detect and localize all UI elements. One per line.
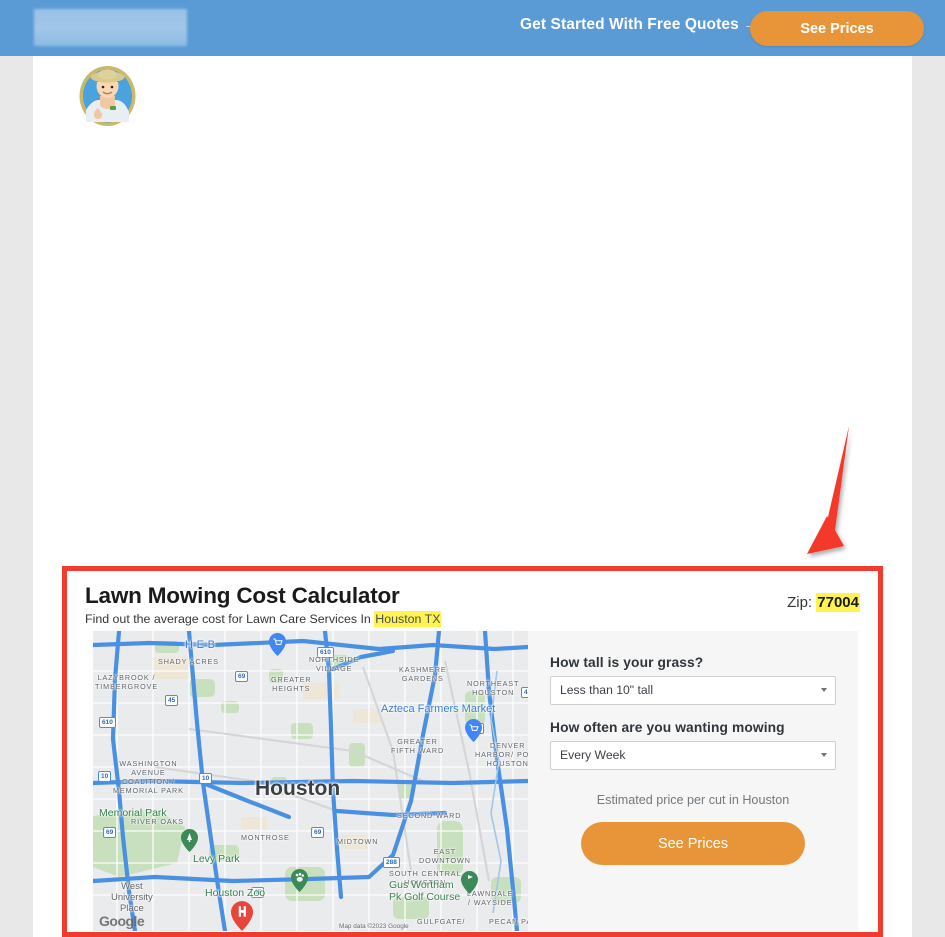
grass-height-value: Less than 10" tall (560, 683, 654, 697)
mowing-frequency-label: How often are you wanting mowing (550, 720, 785, 735)
calculator-see-prices-button[interactable]: See Prices (581, 822, 805, 865)
calculator-form: How tall is your grass? Less than 10" ta… (528, 631, 858, 931)
chevron-down-icon (821, 753, 827, 757)
mowing-frequency-select[interactable]: Every Week (550, 741, 836, 770)
map-pin-golf-course-icon[interactable] (461, 871, 478, 894)
grass-height-label: How tall is your grass? (550, 655, 704, 670)
highway-shield-610-north: 610 (317, 647, 334, 658)
highway-shield-10-central: 10 (199, 773, 213, 784)
zip-label: Zip: (787, 594, 817, 611)
site-header: Get Started With Free Quotes → See Price… (0, 0, 945, 56)
highway-shield-45-east: 45 (521, 687, 528, 698)
zip-display: Zip: 77004 (787, 593, 860, 612)
highway-shield-10-west: 10 (98, 771, 112, 782)
google-logo: Google (99, 913, 145, 929)
map-pin-hospital-icon[interactable] (231, 901, 253, 931)
calculator-body: 610 10 45 45 610 69 10 69 69 45 288 90 H… (93, 631, 858, 931)
map-pin-levy-park-icon[interactable] (181, 829, 198, 852)
map-pin-heb-icon[interactable] (269, 633, 286, 656)
highway-shield-610: 610 (99, 717, 116, 728)
highway-shield-69-south: 69 (103, 827, 117, 838)
page-gutter-right (912, 0, 945, 937)
highway-shield-45: 45 (165, 695, 179, 706)
highway-shield-288: 288 (383, 857, 400, 868)
calculator-subtitle: Find out the average cost for Lawn Care … (85, 611, 860, 627)
highway-shield-45-south: 45 (251, 887, 265, 898)
lawn-mowing-cost-calculator: Lawn Mowing Cost Calculator Find out the… (62, 566, 883, 937)
highway-shield-69-mid: 69 (311, 827, 325, 838)
header-see-prices-button[interactable]: See Prices (750, 11, 924, 46)
map-pin-azteca-icon[interactable] (465, 719, 482, 742)
grass-height-select[interactable]: Less than 10" tall (550, 676, 836, 705)
site-logo-redacted[interactable] (34, 9, 187, 46)
calculator-subtitle-text: Find out the average cost for Lawn Care … (85, 612, 375, 626)
google-map[interactable]: 610 10 45 45 610 69 10 69 69 45 288 90 H… (93, 631, 528, 931)
browser-viewport: Get Started With Free Quotes → See Price… (0, 0, 945, 937)
map-pin-houston-zoo-icon[interactable] (291, 869, 308, 892)
calculator-title: Lawn Mowing Cost Calculator (85, 583, 400, 608)
mowing-frequency-value: Every Week (560, 748, 626, 762)
author-avatar-icon (79, 66, 136, 126)
page-gutter-left (0, 56, 33, 937)
calculator-inner: Lawn Mowing Cost Calculator Find out the… (67, 571, 878, 932)
header-cta-text[interactable]: Get Started With Free Quotes → (520, 16, 759, 34)
chevron-down-icon (821, 688, 827, 692)
highway-shield-69-north: 69 (235, 671, 249, 682)
estimate-caption: Estimated price per cut in Houston (596, 793, 790, 807)
zip-value: 77004 (816, 593, 860, 612)
highlight-houston-tx-subtitle: Houston TX (374, 611, 442, 627)
